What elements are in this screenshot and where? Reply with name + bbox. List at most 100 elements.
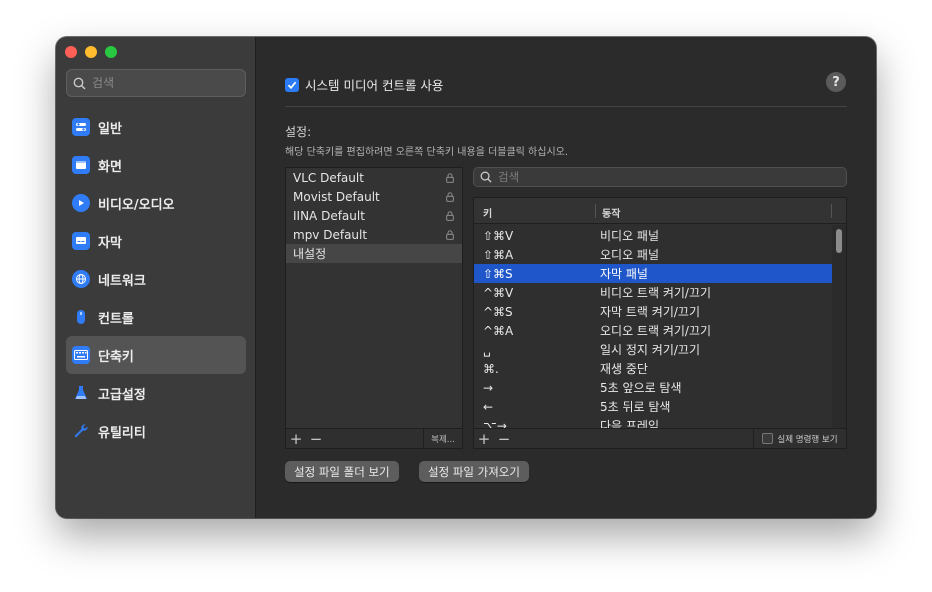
close-button[interactable]: [65, 46, 77, 58]
duplicate-preset-button[interactable]: 복제...: [423, 429, 462, 448]
import-config-button[interactable]: 설정 파일 가져오기: [419, 461, 529, 482]
shortcut-key: ␣: [483, 342, 491, 357]
main-panel: 시스템 미디어 컨트롤 사용 ? 설정: 해당 단축키를 편집하려면 오른쪽 단…: [256, 37, 876, 518]
sidebar-item-label: 단축키: [98, 349, 134, 365]
sidebar-item-label: 일반: [98, 121, 122, 137]
preset-item[interactable]: Movist Default: [286, 187, 462, 206]
play-circle-icon: [72, 194, 90, 212]
column-separator: [595, 204, 596, 218]
shortcut-action: 자막 패널: [600, 267, 648, 281]
shortcut-action: 비디오 패널: [600, 229, 660, 243]
sidebar: 일반 화면 비디오/오디오 자막: [56, 37, 256, 518]
table-row[interactable]: ⇧⌘A 오디오 패널: [474, 245, 834, 264]
preset-name: VLC Default: [293, 170, 364, 185]
shortcut-action: 다음 프레임: [600, 419, 660, 428]
preset-item[interactable]: IINA Default: [286, 206, 462, 225]
lock-icon: [446, 172, 454, 183]
sidebar-search-input[interactable]: [90, 75, 244, 91]
media-control-checkbox[interactable]: [285, 77, 299, 92]
settings-description: 해당 단축키를 편집하려면 오른쪽 단축키 내용을 더블클릭 하십시오.: [285, 147, 569, 158]
table-row[interactable]: ^⌘V 비디오 트랙 켜기/끄기: [474, 283, 834, 302]
sidebar-item-label: 네트워크: [98, 273, 146, 289]
shortcut-action: 5초 앞으로 탐색: [600, 381, 682, 395]
table-row[interactable]: → 5초 앞으로 탐색: [474, 378, 834, 397]
wrench-icon: [72, 422, 90, 440]
preset-name: Movist Default: [293, 189, 380, 204]
preset-name: IINA Default: [293, 208, 365, 223]
shortcut-key: ⌘.: [483, 361, 499, 376]
preset-list: VLC Default Movist Default IINA Default …: [285, 167, 463, 449]
sidebar-item-display[interactable]: 화면: [66, 146, 246, 184]
remove-preset-button[interactable]: −: [306, 430, 326, 448]
raw-command-checkbox[interactable]: [762, 433, 774, 444]
table-row[interactable]: ← 5초 뒤로 탐색: [474, 397, 834, 416]
column-header-key[interactable]: 키: [483, 205, 492, 220]
preset-name: mpv Default: [293, 227, 368, 242]
shortcut-key: →: [483, 380, 494, 395]
show-raw-command-toggle[interactable]: 실제 명령행 보기: [753, 429, 846, 448]
sidebar-item-video-audio[interactable]: 비디오/오디오: [66, 184, 246, 222]
shortcut-key: ^⌘S: [483, 304, 513, 319]
sidebar-search[interactable]: [66, 69, 246, 97]
key-search-input[interactable]: [496, 169, 820, 185]
display-icon: [72, 156, 90, 174]
shortcut-key: ⇧⌘V: [483, 228, 514, 243]
preset-item[interactable]: 내설정: [286, 244, 462, 263]
sidebar-item-control[interactable]: 컨트롤: [66, 298, 246, 336]
sidebar-item-label: 화면: [98, 159, 122, 175]
shortcut-key: ^⌘V: [483, 285, 514, 300]
mouse-icon: [72, 308, 90, 326]
table-row[interactable]: ⌥→ 다음 프레임: [474, 416, 834, 429]
sidebar-item-label: 비디오/오디오: [98, 197, 175, 213]
table-row[interactable]: ^⌘S 자막 트랙 켜기/끄기: [474, 302, 834, 321]
preset-footer: + − 복제...: [286, 428, 462, 448]
zoom-button[interactable]: [105, 46, 117, 58]
sidebar-item-advanced[interactable]: 고급설정: [66, 374, 246, 412]
table-footer: + − 실제 명령행 보기: [474, 428, 846, 448]
table-body: ⇧⌘V 비디오 패널 ⇧⌘A 오디오 패널 ⇧⌘S 자막 패널 ^⌘V 비디오 트랙 …: [474, 226, 834, 428]
toggle-icon: [72, 118, 90, 136]
table-row[interactable]: ⌘. 재생 중단: [474, 359, 834, 378]
sidebar-item-network[interactable]: 네트워크: [66, 260, 246, 298]
shortcut-action: 자막 트랙 켜기/끄기: [600, 305, 700, 319]
table-row[interactable]: ⇧⌘V 비디오 패널: [474, 226, 834, 245]
shortcut-key: ^⌘A: [483, 323, 514, 338]
shortcut-key: ←: [483, 399, 494, 414]
preset-item[interactable]: mpv Default: [286, 225, 462, 244]
checkmark-icon: [287, 81, 297, 89]
help-button[interactable]: ?: [826, 72, 846, 92]
search-icon: [480, 171, 492, 183]
minimize-button[interactable]: [85, 46, 97, 58]
key-search[interactable]: [473, 167, 847, 187]
table-row[interactable]: ^⌘A 오디오 트랙 켜기/끄기: [474, 321, 834, 340]
scroll-thumb[interactable]: [836, 229, 842, 253]
lock-icon: [446, 229, 454, 240]
media-control-toggle[interactable]: 시스템 미디어 컨트롤 사용: [285, 75, 443, 94]
sidebar-item-utilities[interactable]: 유틸리티: [66, 412, 246, 450]
sidebar-item-label: 컨트롤: [98, 311, 134, 327]
media-control-label: 시스템 미디어 컨트롤 사용: [305, 78, 444, 93]
sidebar-item-label: 고급설정: [98, 387, 146, 403]
add-preset-button[interactable]: +: [286, 430, 306, 448]
lock-icon: [446, 191, 454, 202]
shortcut-action: 비디오 트랙 켜기/끄기: [600, 286, 712, 300]
open-config-folder-button[interactable]: 설정 파일 폴더 보기: [285, 461, 399, 482]
shortcut-action: 일시 정지 켜기/끄기: [600, 343, 700, 357]
preferences-window: 일반 화면 비디오/오디오 자막: [56, 37, 876, 518]
add-shortcut-button[interactable]: +: [474, 430, 494, 448]
shortcut-action: 재생 중단: [600, 362, 648, 376]
shortcut-key: ⌥→: [483, 418, 507, 429]
sidebar-item-subtitles[interactable]: 자막: [66, 222, 246, 260]
sidebar-item-shortcuts[interactable]: 단축키: [66, 336, 246, 374]
preset-item[interactable]: VLC Default: [286, 168, 462, 187]
sidebar-item-general[interactable]: 일반: [66, 108, 246, 146]
table-scrollbar[interactable]: [832, 225, 846, 429]
column-header-action[interactable]: 동작: [602, 205, 620, 220]
remove-shortcut-button[interactable]: −: [494, 430, 514, 448]
shortcut-action: 오디오 트랙 켜기/끄기: [600, 324, 712, 338]
settings-title: 설정:: [285, 125, 312, 139]
subtitle-icon: [72, 232, 90, 250]
divider: [285, 106, 847, 107]
table-row[interactable]: ⇧⌘S 자막 패널: [474, 264, 834, 283]
table-row[interactable]: ␣ 일시 정지 켜기/끄기: [474, 340, 834, 359]
